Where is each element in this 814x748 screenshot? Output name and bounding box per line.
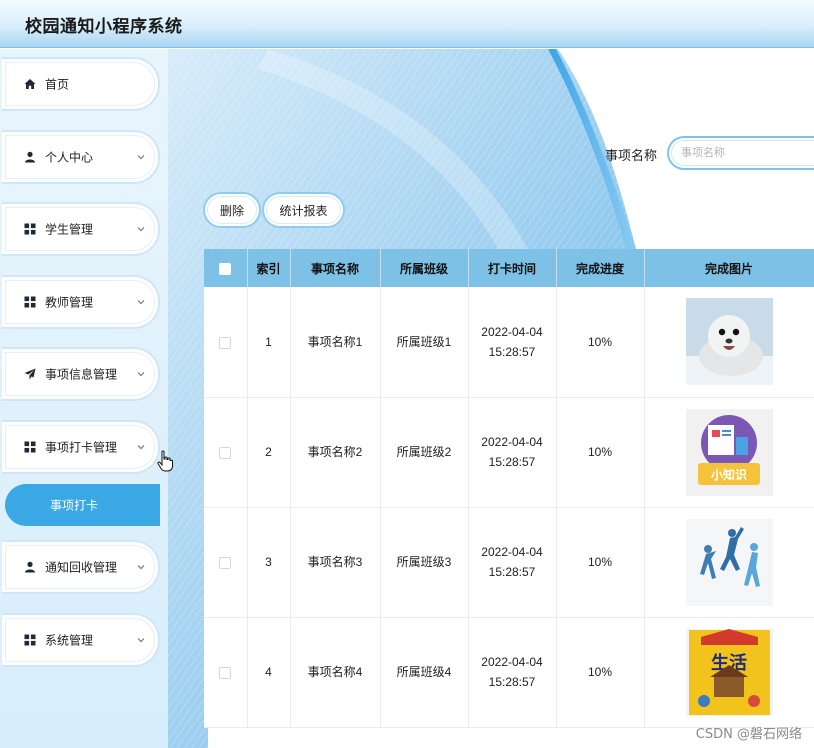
sidebar-item-label: 个人中心	[45, 150, 94, 165]
row-checkbox[interactable]	[219, 556, 232, 569]
name-cell: 事项名称3	[290, 507, 381, 618]
chevron-down-icon	[137, 227, 145, 232]
sidebar-item-label: 系统管理	[45, 633, 94, 648]
sports-silhouettes-thumbnail[interactable]	[685, 518, 773, 606]
class-cell: 所属班级4	[380, 617, 469, 728]
index-cell: 1	[247, 287, 291, 398]
top-header: 校园通知小程序系统	[0, 0, 814, 48]
hand-cursor-icon	[157, 450, 173, 472]
checkin-time-cell: 2022-04-04 15:28:57	[468, 397, 557, 508]
column-header: 所属班级	[380, 249, 469, 287]
grid-icon	[24, 296, 36, 308]
user-icon	[24, 151, 36, 163]
search-label: 事项名称	[605, 148, 658, 163]
index-cell: 2	[247, 397, 291, 508]
grid-icon	[24, 634, 36, 646]
sidebar-item-personal-center[interactable]: 个人中心	[2, 130, 160, 184]
sidebar-item-label: 首页	[45, 77, 70, 92]
grid-icon	[24, 223, 36, 235]
chevron-down-icon	[137, 372, 145, 377]
column-header: 完成进度	[556, 249, 645, 287]
life-book-cover-thumbnail[interactable]: 生活	[685, 628, 773, 716]
table-row[interactable]: 3 事项名称3 所属班级3 2022-04-04 15:28:57 10%	[204, 507, 814, 618]
sidebar-subitem-checkin[interactable]: 事项打卡	[5, 484, 160, 526]
column-header: 打卡时间	[468, 249, 557, 287]
checkin-date: 2022-04-04	[481, 545, 543, 559]
image-cell: 生活	[644, 617, 814, 728]
main-content: 事项名称 删除 统计报表 索引 事项名称 所属班级 打卡时间 完成进度 完成图片…	[168, 49, 814, 748]
user-icon	[24, 561, 36, 573]
checkin-clock: 15:28:57	[488, 455, 536, 469]
progress-cell: 10%	[556, 507, 645, 618]
select-all-checkbox[interactable]	[219, 262, 232, 275]
sidebar-item-system-management[interactable]: 系统管理	[2, 613, 160, 667]
sidebar-item-checkin-management[interactable]: 事项打卡管理	[2, 420, 160, 474]
sidebar-item-label: 事项打卡管理	[45, 440, 118, 455]
grid-icon	[24, 441, 36, 453]
sidebar: 首页 个人中心 学生管理 教师管理 事项信息管理 事项打卡管理 事项打卡 通知回…	[0, 49, 168, 748]
sidebar-item-notice-recycle-management[interactable]: 通知回收管理	[2, 540, 160, 594]
sidebar-item-home[interactable]: 首页	[2, 57, 160, 111]
report-button[interactable]: 统计报表	[262, 192, 345, 228]
column-header: 索引	[247, 249, 291, 287]
progress-cell: 10%	[556, 397, 645, 508]
row-checkbox[interactable]	[219, 336, 232, 349]
column-header: 完成图片	[644, 249, 814, 287]
seal-photo-thumbnail[interactable]	[685, 298, 773, 386]
checkin-date: 2022-04-04	[481, 655, 543, 669]
checkin-time-cell: 2022-04-04 15:28:57	[468, 507, 557, 618]
table-row[interactable]: 1 事项名称1 所属班级1 2022-04-04 15:28:57 10%	[204, 287, 814, 398]
sidebar-item-label: 通知回收管理	[45, 560, 118, 575]
data-table: 索引 事项名称 所属班级 打卡时间 完成进度 完成图片 1 事项名称1 所属班级…	[204, 249, 814, 728]
table-header-row: 索引 事项名称 所属班级 打卡时间 完成进度 完成图片	[204, 249, 814, 287]
delete-button[interactable]: 删除	[203, 192, 261, 228]
checkin-date: 2022-04-04	[481, 324, 543, 339]
chevron-down-icon	[137, 155, 145, 160]
watermark-text: CSDN @磐石网络	[695, 727, 802, 742]
checkin-clock: 15:28:57	[488, 565, 536, 579]
app-title: 校园通知小程序系统	[25, 17, 183, 36]
chevron-down-icon	[137, 300, 145, 305]
sidebar-item-student-management[interactable]: 学生管理	[2, 202, 160, 256]
sidebar-item-label: 事项信息管理	[45, 367, 118, 382]
sidebar-item-label: 教师管理	[45, 295, 94, 310]
checkin-time-cell: 2022-04-04 15:28:57	[468, 617, 557, 728]
row-checkbox[interactable]	[219, 446, 232, 459]
index-cell: 4	[247, 617, 291, 728]
image-cell: 小知识	[644, 397, 814, 508]
table-row[interactable]: 2 事项名称2 所属班级2 2022-04-04 15:28:57 10% 小知…	[204, 397, 814, 508]
svg-text:小知识: 小知识	[710, 467, 746, 482]
select-all-cell[interactable]	[204, 249, 248, 287]
checkin-clock: 15:28:57	[488, 675, 536, 689]
sidebar-item-teacher-management[interactable]: 教师管理	[2, 275, 160, 329]
checkin-date: 2022-04-04	[481, 435, 543, 449]
checkin-time-cell: 2022-04-04 15:28:57	[468, 287, 557, 398]
send-icon	[24, 368, 36, 380]
name-cell: 事项名称2	[290, 397, 381, 508]
column-header: 事项名称	[290, 249, 381, 287]
name-cell: 事项名称4	[290, 617, 381, 728]
index-cell: 3	[247, 507, 291, 618]
sidebar-subitem-label: 事项打卡	[50, 498, 99, 513]
home-icon	[24, 78, 36, 90]
sidebar-item-label: 学生管理	[45, 222, 94, 237]
chevron-down-icon	[137, 565, 145, 570]
row-checkbox[interactable]	[219, 666, 232, 679]
progress-cell: 10%	[556, 287, 645, 398]
search-input[interactable]	[667, 136, 814, 170]
checkin-clock: 15:28:57	[488, 344, 536, 359]
knowledge-poster-thumbnail[interactable]: 小知识	[685, 408, 773, 496]
chevron-down-icon	[137, 638, 145, 643]
progress-cell: 10%	[556, 617, 645, 728]
table-row[interactable]: 4 事项名称4 所属班级4 2022-04-04 15:28:57 10% 生活	[204, 617, 814, 728]
class-cell: 所属班级3	[380, 507, 469, 618]
image-cell	[644, 507, 814, 618]
sidebar-item-matter-info-management[interactable]: 事项信息管理	[2, 347, 160, 401]
image-cell	[644, 287, 814, 398]
chevron-down-icon	[137, 445, 145, 450]
name-cell: 事项名称1	[290, 287, 381, 398]
class-cell: 所属班级1	[380, 287, 469, 398]
class-cell: 所属班级2	[380, 397, 469, 508]
